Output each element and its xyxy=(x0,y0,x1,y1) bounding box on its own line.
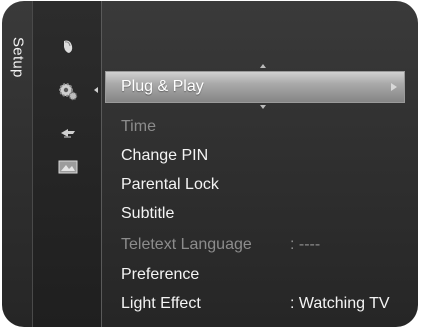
category-label-text: Setup xyxy=(9,37,27,78)
teletext-language-value: : ---- xyxy=(290,236,321,253)
menu-item-parental-lock[interactable]: Parental Lock xyxy=(121,176,219,194)
menu-item-preference[interactable]: Preference xyxy=(121,266,199,284)
menu-item-change-pin[interactable]: Change PIN xyxy=(121,147,208,165)
input-icon[interactable] xyxy=(57,123,79,143)
menu-item-label: Plug & Play xyxy=(121,78,204,95)
selected-category-pointer-icon xyxy=(94,87,98,93)
menu-item-plug-and-play[interactable]: Plug & Play xyxy=(105,71,405,103)
setup-gear-icon[interactable] xyxy=(57,81,79,101)
category-icon-column xyxy=(32,1,102,327)
menu-item-subtitle[interactable]: Subtitle xyxy=(121,205,174,223)
chevron-right-icon xyxy=(391,83,397,91)
picture-icon[interactable] xyxy=(57,37,79,57)
menu-item-light-effect[interactable]: Light Effect xyxy=(121,295,201,313)
setup-menu-list: Plug & Play Time Change PIN Parental Loc… xyxy=(102,1,418,327)
category-label: Setup xyxy=(8,37,28,127)
light-effect-value: : Watching TV xyxy=(290,295,390,312)
menu-item-time: Time xyxy=(121,118,156,135)
scroll-down-icon[interactable] xyxy=(260,105,266,109)
application-icon[interactable] xyxy=(57,157,79,177)
scroll-up-icon[interactable] xyxy=(260,64,266,68)
osd-menu-panel: Setup Plug & Play Time Change PIN Parent… xyxy=(2,1,418,327)
menu-item-teletext-language: Teletext Language xyxy=(121,236,252,253)
